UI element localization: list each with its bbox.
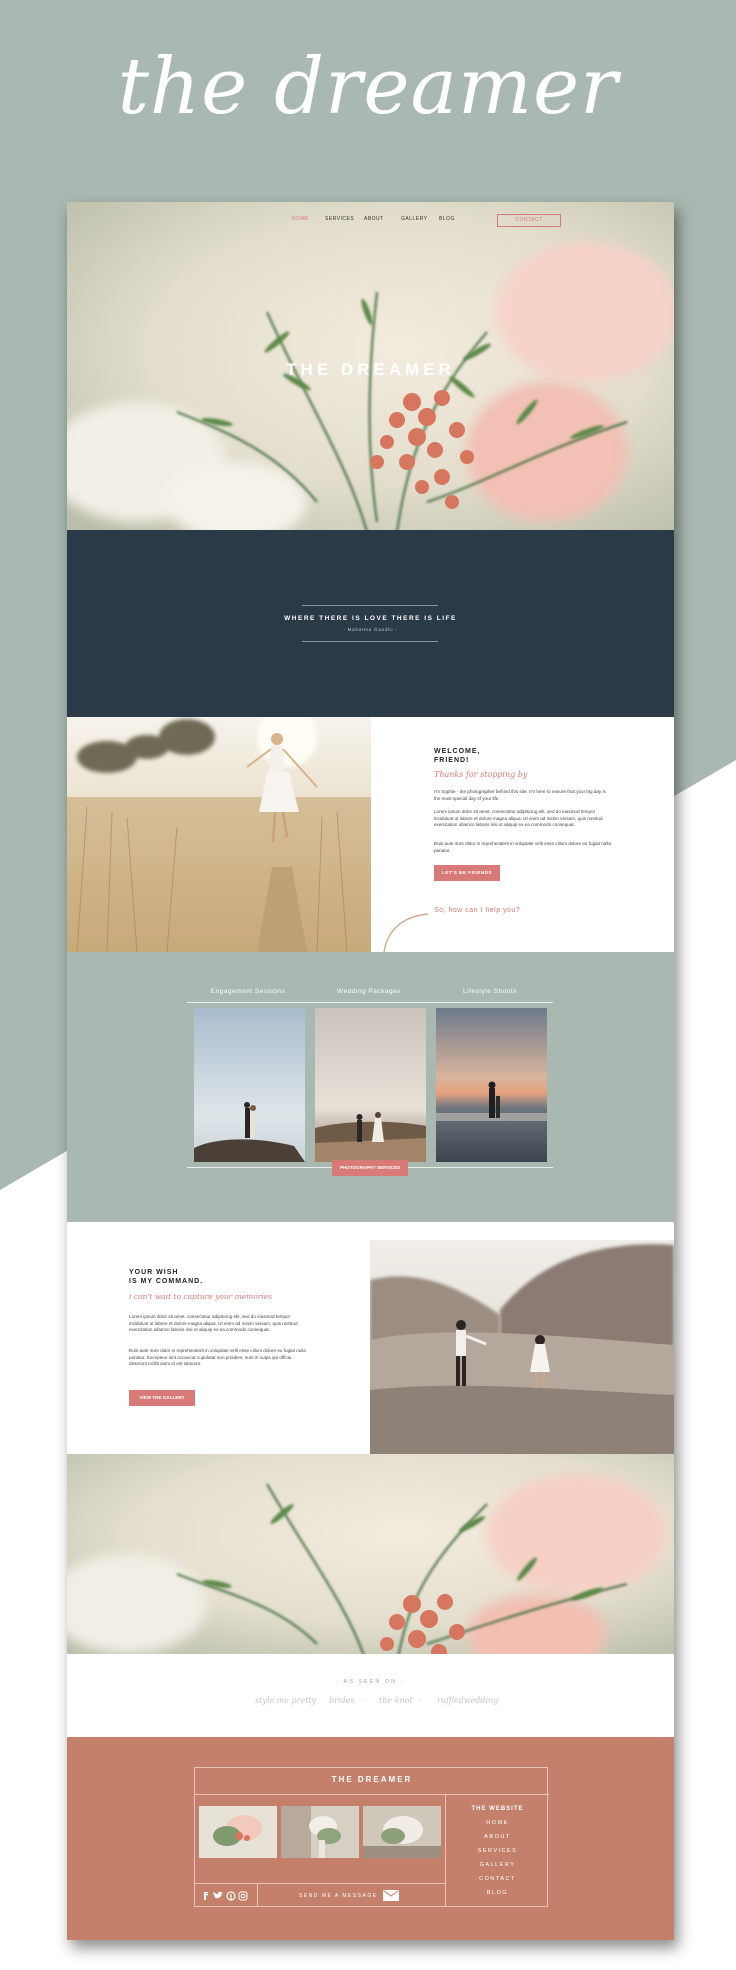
help-prompt: So, how can I help you? <box>434 907 521 914</box>
welcome-field-photo <box>67 717 371 952</box>
wedding-photo[interactable] <box>315 1008 426 1162</box>
lets-be-friends-button[interactable]: LET'S BE FRIENDS <box>434 865 500 881</box>
nav-item-services[interactable]: SERVICES <box>325 216 354 222</box>
page: the dreamer HOME SERVICES ABOUT GALLERY … <box>0 0 736 1970</box>
instagram-icon[interactable] <box>238 1891 248 1901</box>
welcome-paragraph-2: Lorem ipsum dolor sit amet, consectetur … <box>434 809 603 827</box>
hero-section: HOME SERVICES ABOUT GALLERY BLOG CONTACT… <box>67 202 674 530</box>
footer-nav-contact[interactable]: CONTACT <box>446 1876 549 1882</box>
press-separator-2: · <box>361 1696 364 1705</box>
quote-text: WHERE THERE IS LOVE THERE IS LIFE <box>284 615 457 622</box>
wish-heading-line2: IS MY COMMAND. <box>129 1278 204 1285</box>
welcome-paragraph-1: I'm Sophie - the photographer behind thi… <box>434 789 606 801</box>
quote-bottom-rule <box>302 641 438 642</box>
welcome-section: WELCOME, FRIEND! Thanks for stopping by … <box>67 717 674 952</box>
nav-item-home[interactable]: HOME <box>292 216 309 222</box>
top-navigation: HOME SERVICES ABOUT GALLERY BLOG <box>67 216 674 230</box>
brand-script-title: the dreamer <box>117 42 619 132</box>
service-label-lifestyle[interactable]: Lifestyle Shoots <box>435 988 545 995</box>
press-logo-style-me-pretty: style me pretty <box>255 1696 317 1705</box>
as-seen-on-section: - AS SEEN ON - style me pretty · brides … <box>67 1654 674 1737</box>
website-mockup: HOME SERVICES ABOUT GALLERY BLOG CONTACT… <box>67 202 674 1940</box>
service-label-wedding[interactable]: Wedding Packages <box>314 988 424 995</box>
as-seen-on-heading: - AS SEEN ON - <box>336 1679 405 1685</box>
footer-divider <box>195 1794 549 1795</box>
footer-gallery-image-1[interactable] <box>199 1806 277 1858</box>
press-separator-1: · <box>311 1696 314 1705</box>
wish-script: i can't wait to capture your memories <box>129 1292 273 1301</box>
nav-item-about[interactable]: ABOUT <box>364 216 384 222</box>
wish-heading: YOUR WISH IS MY COMMAND. <box>129 1268 249 1286</box>
floral-banner-section <box>67 1454 674 1654</box>
service-label-engagement[interactable]: Engagement Sessions <box>193 988 303 995</box>
footer-nav-services[interactable]: SERVICES <box>446 1848 549 1854</box>
envelope-icon[interactable] <box>383 1890 399 1901</box>
nav-contact-button[interactable]: CONTACT <box>497 214 561 227</box>
pinterest-icon[interactable] <box>226 1891 236 1901</box>
wish-heading-line1: YOUR WISH <box>129 1269 179 1276</box>
footer-title: THE DREAMER <box>331 1775 413 1784</box>
facebook-icon[interactable] <box>204 1892 208 1900</box>
view-gallery-button[interactable]: VIEW THE GALLERY <box>129 1390 195 1406</box>
footer-nav-gallery[interactable]: GALLERY <box>446 1862 549 1868</box>
services-top-rule <box>187 1002 553 1003</box>
wish-section: YOUR WISH IS MY COMMAND. i can't wait to… <box>67 1222 674 1454</box>
quote-top-rule <box>302 605 438 606</box>
social-icons <box>204 1891 248 1901</box>
services-section: Engagement Sessions Wedding Packages Lif… <box>67 952 674 1222</box>
engagement-photo[interactable] <box>194 1008 305 1162</box>
send-message-link[interactable]: SEND ME A MESSAGE <box>299 1893 378 1899</box>
floral-banner-image <box>67 1454 674 1654</box>
footer-nav-about[interactable]: ABOUT <box>446 1834 549 1840</box>
couple-hills-photo <box>370 1240 674 1454</box>
footer-gallery-image-3[interactable] <box>363 1806 441 1858</box>
footer-section: THE DREAMER SEND ME A MESSAGE THE WEBSIT… <box>67 1737 674 1940</box>
welcome-heading-line2: FRIEND! <box>434 757 470 764</box>
footer-nav-heading: THE WEBSITE <box>471 1806 524 1812</box>
footer-nav-home[interactable]: HOME <box>446 1820 549 1826</box>
photography-services-button[interactable]: PHOTOGRAPHY SERVICES <box>332 1160 408 1176</box>
nav-item-gallery[interactable]: GALLERY <box>401 216 427 222</box>
footer-nav-blog[interactable]: BLOG <box>446 1890 549 1896</box>
wish-paragraph-1: Lorem ipsum dolor sit amet, consectetur … <box>129 1314 298 1332</box>
footer-bottom-divider <box>195 1883 445 1884</box>
welcome-heading: WELCOME, FRIEND! <box>434 747 554 765</box>
press-logo-brides: brides <box>329 1696 355 1705</box>
curved-arrow-icon <box>383 913 429 952</box>
press-logo-ruffled: ruffledwedding <box>437 1696 499 1705</box>
hero-title: THE DREAMER <box>286 360 455 379</box>
quote-attribution: - Mahatma Gandhi - <box>343 627 398 632</box>
twitter-icon[interactable] <box>213 1891 223 1899</box>
footer-gallery-image-2[interactable] <box>281 1806 359 1858</box>
welcome-paragraph-3: Duis aute irure dolor in reprehenderit i… <box>434 841 611 853</box>
lifestyle-photo[interactable] <box>436 1008 547 1162</box>
wish-paragraph-2: Duis aute irure dolor in reprehenderit i… <box>129 1348 306 1366</box>
footer-box: THE DREAMER SEND ME A MESSAGE THE WEBSIT… <box>194 1767 549 1907</box>
press-logo-the-knot: the knot <box>379 1696 413 1705</box>
welcome-script: Thanks for stopping by <box>434 770 528 779</box>
footer-social-divider <box>257 1883 258 1907</box>
welcome-heading-line1: WELCOME, <box>434 748 481 755</box>
press-separator-3: · <box>419 1696 422 1705</box>
nav-item-blog[interactable]: BLOG <box>439 216 455 222</box>
quote-section: WHERE THERE IS LOVE THERE IS LIFE - Maha… <box>67 530 674 717</box>
